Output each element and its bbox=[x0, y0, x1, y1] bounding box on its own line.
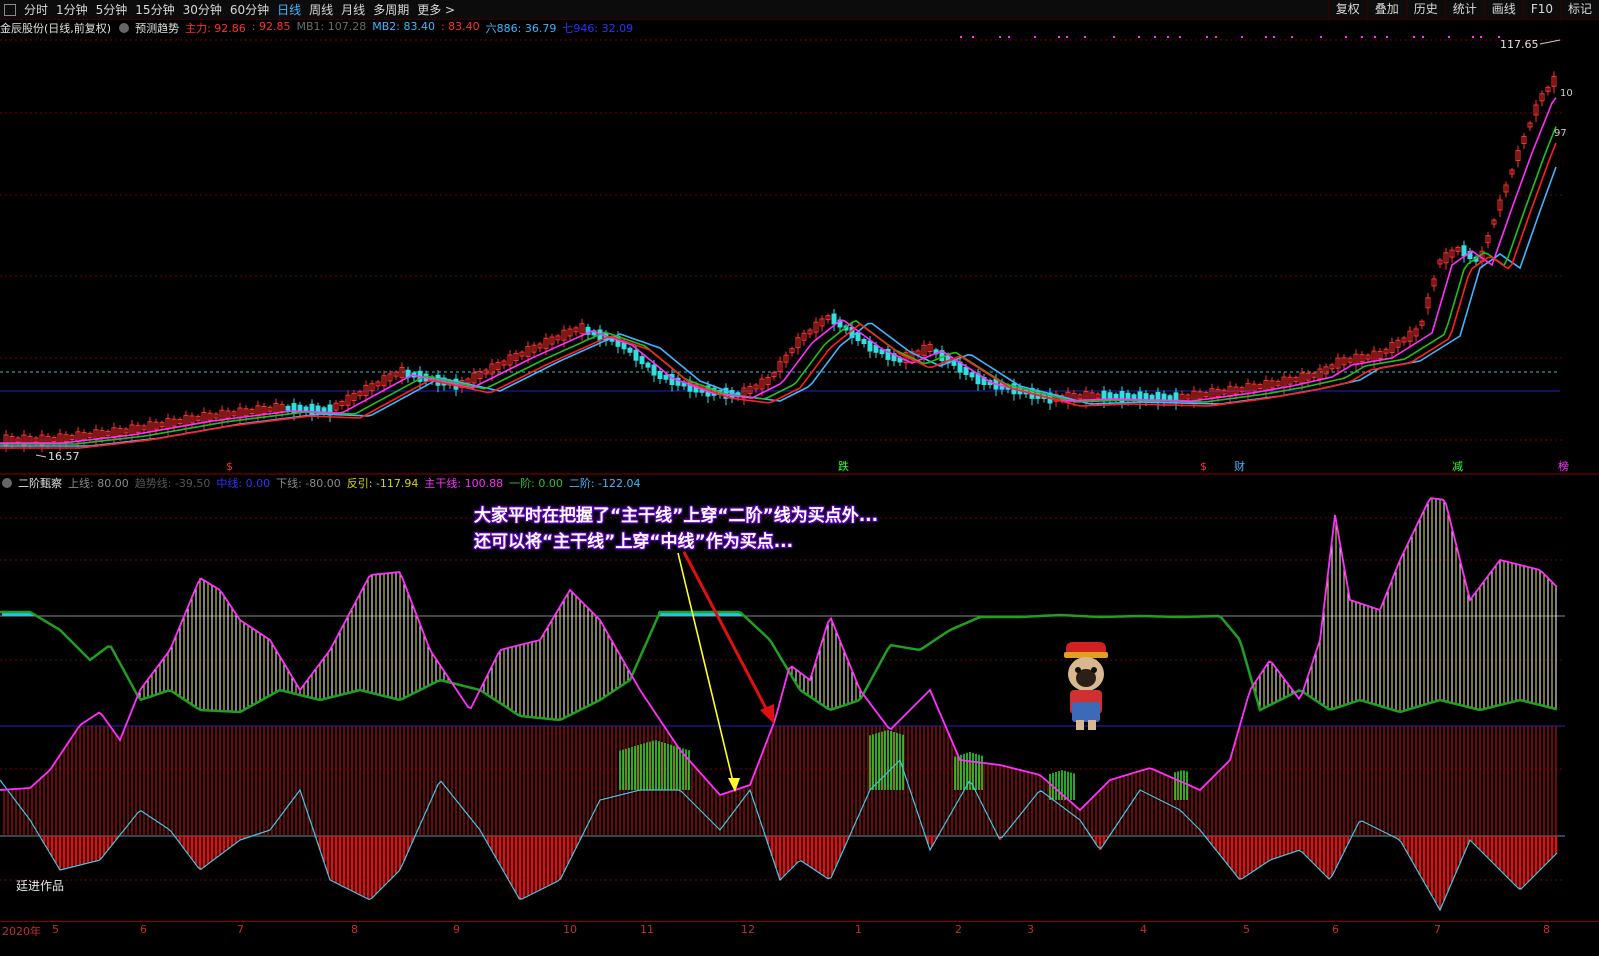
date-label-1: 5 bbox=[52, 923, 59, 936]
signal-dot bbox=[1215, 36, 1217, 38]
ma-line-green bbox=[0, 126, 1557, 445]
signal-dot bbox=[1265, 36, 1267, 38]
date-label-0: 2020年 bbox=[2, 925, 41, 938]
date-label-16: 8 bbox=[1543, 923, 1550, 936]
event-marker-4: 减 bbox=[1452, 460, 1463, 473]
candle-body bbox=[651, 364, 657, 376]
signal-dot bbox=[1498, 36, 1500, 38]
candle-body bbox=[831, 313, 837, 325]
date-axis: 2020年 5 6 7 8 9 10 11 12 1 2 3 4 5 6 7 8 bbox=[0, 921, 1599, 938]
event-marker-3: 财 bbox=[1234, 459, 1245, 473]
date-label-4: 8 bbox=[351, 923, 358, 936]
date-label-8: 12 bbox=[741, 923, 755, 936]
candle-body bbox=[321, 407, 327, 413]
signal-dot bbox=[999, 36, 1001, 38]
date-label-13: 5 bbox=[1243, 923, 1250, 936]
candle-body bbox=[645, 362, 651, 368]
signal-dot bbox=[1448, 36, 1450, 38]
signal-dot bbox=[1374, 36, 1376, 38]
signal-dot bbox=[1291, 36, 1293, 38]
candle-body bbox=[291, 403, 297, 415]
ma-line-red bbox=[0, 142, 1557, 449]
signal-dot bbox=[1008, 36, 1010, 38]
candle-body bbox=[639, 356, 645, 365]
high-price-label: 117.65 bbox=[1500, 38, 1539, 51]
author-signature: 廷进作品 bbox=[16, 879, 65, 893]
candle-body bbox=[963, 367, 969, 376]
event-marker-2: $ bbox=[1200, 460, 1207, 473]
date-label-15: 7 bbox=[1434, 923, 1441, 936]
candle-body bbox=[285, 405, 291, 411]
signal-dot bbox=[1361, 36, 1363, 38]
signal-dot bbox=[1138, 36, 1140, 38]
candle-body bbox=[951, 360, 957, 366]
price-tag-1: 97 bbox=[1554, 128, 1567, 139]
candle-body bbox=[1149, 394, 1155, 400]
date-label-3: 7 bbox=[237, 923, 244, 936]
candle-body bbox=[855, 333, 861, 341]
event-marker-1: 跌 bbox=[838, 459, 849, 473]
callout-line-2: 还可以将“主干线”上穿“中线”作为买点... bbox=[474, 532, 794, 552]
signal-dot bbox=[1154, 36, 1156, 38]
callout-line-1: 大家平时在把握了“主干线”上穿“二阶”线为买点外... bbox=[474, 506, 879, 526]
signal-dot bbox=[1179, 36, 1181, 38]
signal-dot bbox=[972, 36, 974, 38]
event-marker-0: $ bbox=[226, 460, 233, 473]
signal-dot bbox=[1422, 36, 1424, 38]
red-arrowhead bbox=[760, 704, 774, 724]
candle-body bbox=[663, 374, 669, 380]
signal-dot bbox=[1241, 36, 1243, 38]
candle-body bbox=[1167, 395, 1173, 401]
signal-dot bbox=[1345, 36, 1347, 38]
signal-dot bbox=[1480, 36, 1482, 38]
candle-body bbox=[627, 347, 633, 353]
event-marker-5: 榜 bbox=[1558, 459, 1569, 473]
signal-dot bbox=[1320, 36, 1322, 38]
signal-dot bbox=[960, 36, 962, 38]
candle-body bbox=[1131, 394, 1137, 400]
annotation-callout: 大家平时在把握了“主干线”上穿“二阶”线为买点外... 还可以将“主干线”上穿“… bbox=[474, 503, 878, 555]
date-label-9: 1 bbox=[855, 923, 862, 936]
signal-dot bbox=[1066, 36, 1068, 38]
candle-body bbox=[303, 406, 309, 412]
signal-dot bbox=[1084, 36, 1086, 38]
signal-dot bbox=[1034, 36, 1036, 38]
signal-dot bbox=[1273, 36, 1275, 38]
signal-dot bbox=[1113, 36, 1115, 38]
candle-body bbox=[867, 340, 873, 352]
pug-mascot-image bbox=[1060, 640, 1112, 732]
signal-dot bbox=[1206, 36, 1208, 38]
candle-body bbox=[861, 339, 867, 344]
date-label-2: 6 bbox=[140, 923, 147, 936]
yellow-arrowhead bbox=[728, 778, 740, 792]
candle-body bbox=[657, 371, 663, 379]
date-label-5: 9 bbox=[453, 923, 460, 936]
date-label-11: 3 bbox=[1027, 923, 1034, 936]
trend-line-green bbox=[0, 610, 1558, 722]
signal-dot bbox=[1472, 36, 1474, 38]
signal-dot bbox=[1058, 36, 1060, 38]
high-pointer bbox=[1539, 39, 1561, 45]
date-label-10: 2 bbox=[955, 923, 962, 936]
candle-body bbox=[1461, 245, 1467, 257]
date-label-14: 6 bbox=[1332, 923, 1339, 936]
date-label-6: 10 bbox=[563, 923, 577, 936]
ma-line-cyan bbox=[0, 166, 1557, 447]
candle-body bbox=[633, 349, 639, 361]
signal-dot bbox=[1386, 36, 1388, 38]
candle-body bbox=[1113, 393, 1119, 399]
signal-dot bbox=[1167, 36, 1169, 38]
date-label-12: 4 bbox=[1140, 923, 1147, 936]
date-label-7: 11 bbox=[640, 923, 654, 936]
kline-chart-canvas[interactable]: 117.6516.571097$ 跌 $ 财减榜 bbox=[0, 0, 1599, 956]
low-price-label: 16.57 bbox=[48, 450, 80, 463]
candle-body bbox=[969, 372, 975, 378]
signal-dot bbox=[1413, 36, 1415, 38]
price-tag-0: 10 bbox=[1560, 88, 1573, 99]
low-pointer bbox=[35, 454, 47, 458]
